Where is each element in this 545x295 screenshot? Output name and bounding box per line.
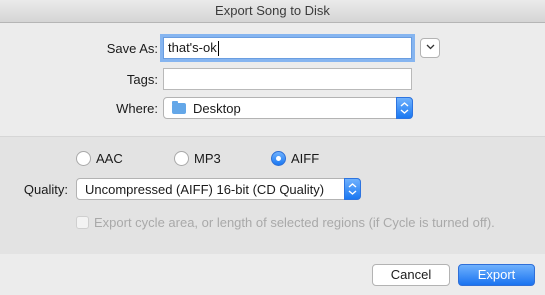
- save-as-field[interactable]: that's-ok: [163, 37, 412, 59]
- save-as-label: Save As:: [106, 41, 158, 56]
- popup-stepper-icon: [396, 97, 413, 119]
- radio-aiff[interactable]: [271, 151, 286, 166]
- save-as-value: that's-ok: [168, 40, 217, 55]
- window-title: Export Song to Disk: [0, 0, 545, 23]
- quality-value: Uncompressed (AIFF) 16-bit (CD Quality): [85, 182, 325, 197]
- export-cycle-label: Export cycle area, or length of selected…: [94, 215, 495, 230]
- where-label: Where:: [116, 101, 158, 116]
- cancel-button[interactable]: Cancel: [372, 264, 450, 286]
- popup-stepper-icon: [344, 178, 361, 200]
- radio-aac-label: AAC: [96, 151, 123, 166]
- expand-dialog-button[interactable]: [420, 38, 440, 58]
- radio-aiff-label: AIFF: [291, 151, 320, 166]
- tags-field[interactable]: [163, 68, 412, 90]
- export-cycle-checkbox[interactable]: [76, 216, 89, 229]
- chevron-down-icon: [426, 44, 434, 50]
- where-value: Desktop: [193, 101, 241, 116]
- quality-label: Quality:: [23, 182, 68, 197]
- radio-mp3-label: MP3: [194, 151, 221, 166]
- quality-popup[interactable]: Uncompressed (AIFF) 16-bit (CD Quality): [76, 178, 361, 200]
- export-dialog: Export Song to Disk Save As: that's-ok T…: [0, 0, 545, 295]
- radio-mp3[interactable]: [174, 151, 189, 166]
- text-caret: [217, 41, 219, 57]
- folder-icon: [172, 101, 186, 114]
- where-popup[interactable]: Desktop: [163, 97, 413, 119]
- tags-label: Tags:: [126, 72, 158, 87]
- export-button[interactable]: Export: [458, 264, 535, 286]
- radio-aac[interactable]: [76, 151, 91, 166]
